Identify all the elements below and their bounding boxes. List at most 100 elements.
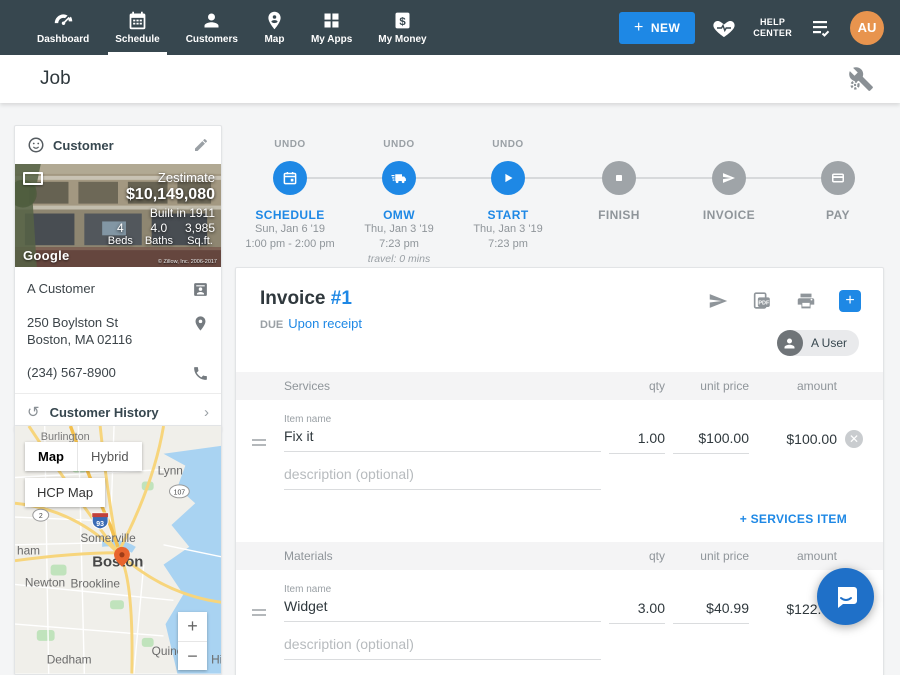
qty-column-header: qty: [609, 379, 665, 393]
amount-column-header: amount: [757, 549, 837, 563]
nav-my-apps[interactable]: My Apps: [298, 0, 365, 55]
zoom-out-button[interactable]: −: [178, 641, 207, 670]
materials-section-header: Materials qty unit price amount: [236, 542, 883, 570]
drag-handle[interactable]: [252, 606, 276, 619]
zestimate-value: $10,149,080: [126, 186, 215, 204]
apps-grid-icon: [321, 10, 342, 31]
chat-smile-icon: [832, 583, 860, 611]
step-start: UNDO START Thu, Jan 3 '19 7:23 pm: [448, 139, 568, 252]
nav-my-money[interactable]: $ My Money: [365, 0, 439, 55]
map-label-lynn: Lynn: [158, 464, 183, 478]
customer-name-row: A Customer: [15, 268, 221, 305]
truck-icon: [390, 169, 408, 187]
undo-omw-button[interactable]: UNDO: [383, 139, 414, 161]
send-icon: [720, 169, 738, 187]
step-pay: PAY: [778, 139, 898, 222]
stat-sqft: 3,985Sq.ft.: [185, 222, 215, 248]
nav-map[interactable]: Map: [251, 0, 298, 55]
qty-column-header: qty: [609, 549, 665, 563]
service-qty-input[interactable]: [609, 430, 665, 454]
services-section-header: Services qty unit price amount: [236, 372, 883, 400]
activity-list-icon[interactable]: [809, 16, 833, 40]
omw-step-button[interactable]: [382, 161, 416, 195]
credit-card-icon: [829, 169, 847, 187]
start-step-button[interactable]: [491, 161, 525, 195]
nav-label: Customers: [186, 34, 238, 45]
map-type-map-button[interactable]: Map: [25, 442, 77, 471]
edit-pencil-icon[interactable]: [193, 137, 209, 153]
services-header-label: Services: [284, 379, 601, 393]
customers-icon: [201, 10, 222, 31]
contact-card-icon[interactable]: [192, 281, 209, 298]
new-button-label: NEW: [651, 21, 681, 35]
step-finish: FINISH: [559, 139, 679, 222]
map-widget[interactable]: Burlington Lynn Somerville ham Boston Ne…: [14, 425, 222, 675]
map-type-hybrid-button[interactable]: Hybrid: [77, 442, 142, 471]
undo-start-button[interactable]: UNDO: [492, 139, 523, 161]
location-pin-icon[interactable]: [192, 315, 209, 332]
add-services-item-button[interactable]: + SERVICES ITEM: [236, 494, 883, 542]
material-unit-price-input[interactable]: [673, 600, 749, 624]
invoice-step-button[interactable]: [712, 161, 746, 195]
service-unit-price-input[interactable]: [673, 430, 749, 454]
street-view-toggle-icon[interactable]: [23, 172, 43, 185]
nav-label: Schedule: [115, 34, 159, 45]
due-value-link[interactable]: Upon receipt: [288, 316, 362, 331]
add-invoice-button[interactable]: +: [839, 290, 861, 312]
pay-step-button[interactable]: [821, 161, 855, 195]
step-invoice: INVOICE: [669, 139, 789, 222]
unit-price-column-header: unit price: [673, 549, 749, 563]
hcp-map-button[interactable]: HCP Map: [25, 478, 105, 507]
person-icon: [782, 336, 797, 351]
new-button[interactable]: + NEW: [619, 12, 695, 44]
help-center-link[interactable]: HELP CENTER: [753, 17, 792, 39]
due-label: DUE: [260, 319, 283, 331]
app-window: Dashboard Schedule Customers Map My Apps…: [0, 0, 900, 675]
help-line2: CENTER: [753, 28, 792, 39]
svg-text:107: 107: [174, 489, 186, 496]
nav-customers[interactable]: Customers: [173, 0, 251, 55]
nav-schedule[interactable]: Schedule: [102, 0, 172, 55]
nav-dashboard[interactable]: Dashboard: [24, 0, 102, 55]
finish-step-button[interactable]: [602, 161, 636, 195]
health-heart-icon[interactable]: [712, 16, 736, 40]
stat-baths: 4.0Baths: [145, 222, 173, 248]
material-qty-input[interactable]: [609, 600, 665, 624]
map-label-brookline: Brookline: [70, 576, 120, 590]
step-label: SCHEDULE: [255, 208, 324, 222]
material-name-input[interactable]: [284, 598, 601, 622]
phone-icon[interactable]: [192, 365, 209, 382]
print-icon[interactable]: [795, 290, 817, 312]
nav-label: Dashboard: [37, 34, 89, 45]
item-name-label: Item name: [284, 414, 601, 425]
material-description-input[interactable]: [284, 636, 601, 660]
service-description-input[interactable]: [284, 466, 601, 490]
service-name-input[interactable]: [284, 428, 601, 452]
send-invoice-icon[interactable]: [707, 290, 729, 312]
undo-schedule-button[interactable]: UNDO: [274, 139, 305, 161]
svg-text:93: 93: [96, 521, 104, 528]
play-icon: [499, 169, 517, 187]
dashboard-icon: [53, 10, 74, 31]
pdf-icon[interactable]: PDF: [751, 290, 773, 312]
chat-bubble-button[interactable]: [817, 568, 874, 625]
invoice-due: DUE Upon receipt: [260, 316, 362, 331]
remove-service-item-button[interactable]: ✕: [845, 430, 863, 448]
assigned-user-avatar: [777, 330, 803, 356]
step-label: OMW: [383, 208, 415, 222]
step-time: 1:00 pm - 2:00 pm: [245, 237, 334, 252]
assigned-user-pill[interactable]: A User: [777, 330, 859, 356]
add-materials-item-button[interactable]: + MATERIALS ITEM: [236, 664, 883, 675]
customer-phone: (234) 567-8900: [27, 364, 184, 381]
property-photo[interactable]: Zestimate $10,149,080 Built in 1911 4Bed…: [15, 164, 221, 268]
invoice-header: Invoice #1 DUEUpon receipt PDF + A User: [236, 268, 883, 372]
schedule-step-button[interactable]: [273, 161, 307, 195]
address-line1: 250 Boylston St: [27, 314, 184, 331]
main-nav: Dashboard Schedule Customers Map My Apps…: [0, 0, 440, 55]
schedule-icon: [127, 10, 148, 31]
job-tools-icon[interactable]: [848, 66, 874, 92]
service-amount: $100.00: [757, 431, 837, 447]
drag-handle[interactable]: [252, 436, 276, 449]
zoom-in-button[interactable]: +: [178, 612, 207, 641]
user-avatar[interactable]: AU: [850, 11, 884, 45]
